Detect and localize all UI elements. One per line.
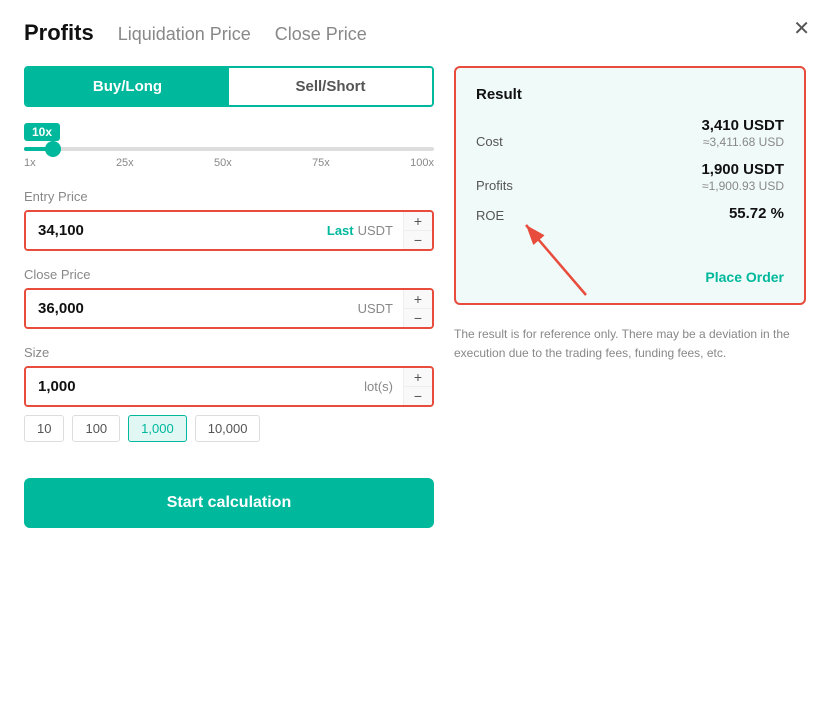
profits-row: Profits 1,900 USDT ≈1,900.93 USD [476,161,784,193]
slider-labels: 1x 25x 50x 75x 100x [24,157,434,169]
mark-100x: 100x [410,157,434,169]
buy-sell-toggle: Buy/Long Sell/Short [24,66,434,107]
roe-label: ROE [476,208,504,223]
close-button[interactable]: ✕ [793,16,810,41]
close-price-currency: USDT [358,301,393,316]
close-price-stepper: + − [403,290,432,327]
size-decrement[interactable]: − [404,387,432,405]
entry-price-input[interactable] [26,212,317,249]
tab-bar: Profits Liquidation Price Close Price [24,20,806,46]
result-box: Result Cost 3,410 USDT ≈3,411.68 USD Pro… [454,66,806,305]
profits-value: 1,900 USDT ≈1,900.93 USD [701,161,784,193]
size-label: Size [24,345,434,360]
close-price-increment[interactable]: + [404,290,432,309]
size-increment[interactable]: + [404,368,432,387]
size-option-100[interactable]: 100 [72,415,120,442]
modal: ✕ Profits Liquidation Price Close Price … [0,0,830,727]
tab-profits[interactable]: Profits [24,20,94,46]
close-price-decrement[interactable]: − [404,309,432,327]
arrow-annotation [476,235,784,265]
entry-price-decrement[interactable]: − [404,231,432,249]
close-price-label: Close Price [24,267,434,282]
size-option-10[interactable]: 10 [24,415,64,442]
last-label: Last [327,223,354,238]
size-input[interactable] [26,368,354,405]
size-stepper: + − [403,368,432,405]
mark-75x: 75x [312,157,330,169]
entry-price-input-wrapper: Last USDT + − [24,210,434,251]
result-title: Result [476,86,784,103]
size-group: Size lot(s) + − 10 100 1,000 10,000 [24,345,434,442]
leverage-badge: 10x [24,123,60,141]
profits-sub: ≈1,900.93 USD [701,179,784,193]
size-option-10000[interactable]: 10,000 [195,415,261,442]
entry-price-increment[interactable]: + [404,212,432,231]
close-price-unit: USDT [348,290,403,327]
mark-1x: 1x [24,157,36,169]
roe-value: 55.72 % [729,205,784,223]
sell-short-button[interactable]: Sell/Short [229,68,432,105]
slider-track [24,147,434,151]
annotation-arrow-svg [506,215,626,305]
cost-value: 3,410 USDT ≈3,411.68 USD [701,117,784,149]
disclaimer-text: The result is for reference only. There … [454,325,806,363]
entry-price-label: Entry Price [24,189,434,204]
leverage-section: 10x 1x 25x 50x 75x 100x [24,123,434,169]
leverage-slider-container [24,147,434,151]
entry-price-stepper: + − [403,212,432,249]
slider-thumb[interactable] [45,141,61,157]
tab-close-price[interactable]: Close Price [275,24,367,45]
entry-price-group: Entry Price Last USDT + − [24,189,434,251]
buy-long-button[interactable]: Buy/Long [26,68,229,105]
mark-50x: 50x [214,157,232,169]
mark-25x: 25x [116,157,134,169]
cost-label: Cost [476,134,503,149]
profits-main: 1,900 USDT [701,161,784,178]
size-unit-label: lot(s) [364,379,393,394]
size-input-wrapper: lot(s) + − [24,366,434,407]
cost-main: 3,410 USDT [701,117,784,134]
size-options: 10 100 1,000 10,000 [24,415,434,442]
left-panel: Buy/Long Sell/Short 10x 1x 25x 50x 75x [24,66,434,528]
tab-liquidation[interactable]: Liquidation Price [118,24,251,45]
close-price-input-wrapper: USDT + − [24,288,434,329]
right-panel: Result Cost 3,410 USDT ≈3,411.68 USD Pro… [454,66,806,528]
roe-main: 55.72 % [729,205,784,222]
profits-label: Profits [476,178,513,193]
start-calculation-button[interactable]: Start calculation [24,478,434,528]
main-layout: Buy/Long Sell/Short 10x 1x 25x 50x 75x [24,66,806,528]
cost-row: Cost 3,410 USDT ≈3,411.68 USD [476,117,784,149]
cost-sub: ≈3,411.68 USD [701,135,784,149]
entry-price-unit: Last USDT [317,212,403,249]
size-unit: lot(s) [354,368,403,405]
close-price-input[interactable] [26,290,348,327]
entry-price-currency: USDT [358,223,393,238]
size-option-1000[interactable]: 1,000 [128,415,187,442]
close-price-group: Close Price USDT + − [24,267,434,329]
